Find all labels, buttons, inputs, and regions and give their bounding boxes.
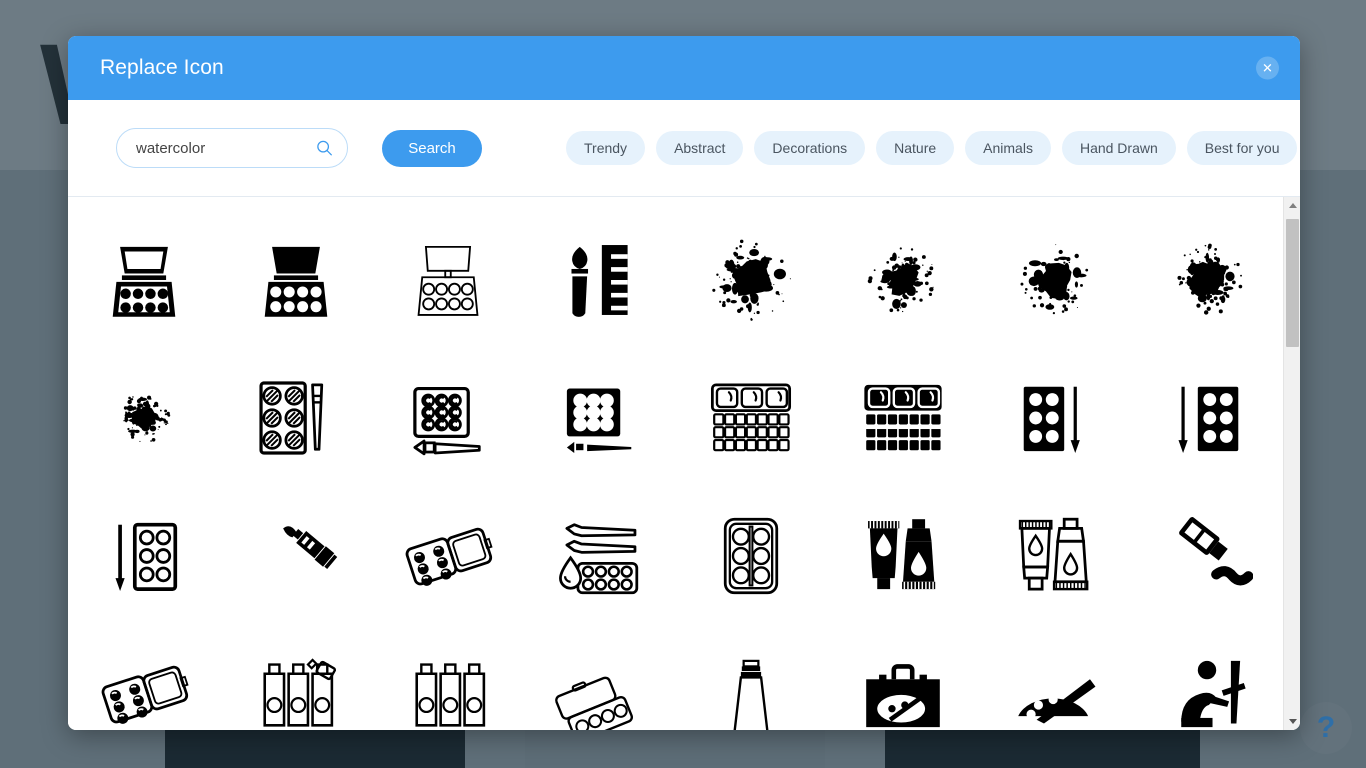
category-chip[interactable]: Animals: [965, 131, 1051, 165]
category-chip[interactable]: Trendy: [566, 131, 646, 165]
paint-palette-six-wells-outline-icon: [705, 510, 797, 602]
icon-result-item[interactable]: [68, 211, 220, 349]
icon-result-item[interactable]: [827, 211, 979, 349]
ink-splatter-4-icon: [1161, 234, 1253, 326]
palette-open-solid-icon: [250, 234, 342, 326]
icon-result-item[interactable]: [68, 487, 220, 625]
icon-result-item[interactable]: [524, 211, 676, 349]
search-button[interactable]: Search: [382, 129, 482, 167]
dialog-header: Replace Icon ✕: [68, 36, 1300, 100]
palette-open-line-icon: [402, 234, 494, 326]
category-chip[interactable]: Best for you: [1186, 131, 1298, 165]
paint-tray-nine-wells-brush-solid-icon: [554, 372, 646, 464]
icon-result-item[interactable]: [220, 349, 372, 487]
icon-result-item[interactable]: [372, 625, 524, 730]
category-chip[interactable]: Hand Drawn: [1061, 131, 1176, 165]
category-chip[interactable]: Decorations: [754, 131, 866, 165]
ink-splatter-2-icon: [857, 234, 949, 326]
category-chip[interactable]: Abstract: [656, 131, 744, 165]
search-input[interactable]: [116, 128, 348, 168]
painter-at-easel-icon: [1161, 648, 1253, 730]
icon-result-item[interactable]: [372, 487, 524, 625]
close-icon[interactable]: ✕: [1256, 56, 1279, 80]
icon-result-item[interactable]: [676, 625, 828, 730]
icon-result-item[interactable]: [827, 625, 979, 730]
icon-result-item[interactable]: [220, 625, 372, 730]
icon-result-item[interactable]: [979, 349, 1131, 487]
search-field-wrapper: [116, 128, 348, 168]
brushes-palette-waterdrop-icon: [554, 510, 646, 602]
icon-result-item[interactable]: [676, 349, 828, 487]
icon-results-area: [68, 197, 1300, 730]
dialog-title: Replace Icon: [100, 56, 224, 79]
art-case-with-palette-icon: [857, 648, 949, 730]
category-chip[interactable]: Nature: [876, 131, 955, 165]
icon-result-item[interactable]: [524, 625, 676, 730]
replace-icon-dialog: Replace Icon ✕ Search Trendy Abstract Deco…: [68, 36, 1300, 730]
icon-result-item[interactable]: [979, 487, 1131, 625]
icon-result-item[interactable]: [220, 487, 372, 625]
paint-pan-six-wells-brush-outline-icon: [98, 510, 190, 602]
icon-result-item[interactable]: [827, 349, 979, 487]
background-card: [525, 726, 825, 768]
icon-result-item[interactable]: [827, 487, 979, 625]
category-chip-list: Trendy Abstract Decorations Nature Animals Ha…: [566, 131, 1298, 165]
icon-result-item[interactable]: [68, 625, 220, 730]
icon-result-item[interactable]: [372, 349, 524, 487]
scroll-down-icon[interactable]: [1284, 713, 1300, 730]
icon-result-item[interactable]: [372, 211, 524, 349]
icon-result-item[interactable]: [979, 625, 1131, 730]
paint-tubes-pair-outline-icon: [1009, 510, 1101, 602]
paint-tube-squeezing-icon: [250, 510, 342, 602]
help-button[interactable]: ?: [1300, 702, 1352, 754]
icon-result-item[interactable]: [524, 487, 676, 625]
icon-result-item[interactable]: [979, 211, 1131, 349]
palette-open-outline-filled-icon: [98, 234, 190, 326]
ink-splatter-1-icon: [705, 234, 797, 326]
paint-tube-upright-icon: [705, 648, 797, 730]
icon-result-item[interactable]: [1131, 349, 1283, 487]
ink-splatter-5-icon: [98, 372, 190, 464]
paint-tubes-three-with-swatch-icon: [250, 648, 342, 730]
results-scrollbar[interactable]: [1283, 197, 1300, 730]
paint-pan-six-wells-brush-icon: [250, 372, 342, 464]
icon-result-item[interactable]: [676, 487, 828, 625]
icon-result-item[interactable]: [1131, 211, 1283, 349]
brush-and-ruler-icon: [554, 234, 646, 326]
icon-result-item[interactable]: [676, 211, 828, 349]
icon-result-item[interactable]: [68, 349, 220, 487]
paint-pan-six-dots-brush-right-icon: [1161, 372, 1253, 464]
paint-pan-six-dots-brush-left-icon: [1009, 372, 1101, 464]
icon-result-item[interactable]: [1131, 625, 1283, 730]
palette-with-brush-solid-icon: [1009, 648, 1101, 730]
palette-case-tilted-icon: [402, 510, 494, 602]
search-toolbar: Search Trendy Abstract Decorations Nature An…: [68, 100, 1300, 197]
watercolor-box-pans-solid-icon: [857, 372, 949, 464]
paint-tubes-three-icon: [402, 648, 494, 730]
paint-set-case-tilted-icon: [554, 648, 646, 730]
icon-grid: [68, 197, 1283, 730]
paint-tube-stroke-icon: [1161, 510, 1254, 602]
scroll-up-icon[interactable]: [1284, 197, 1300, 214]
paint-tubes-pair-solid-icon: [857, 510, 949, 602]
icon-result-item[interactable]: [220, 211, 372, 349]
icon-result-item[interactable]: [1131, 487, 1283, 625]
palette-case-open-tilted-icon: [98, 648, 190, 730]
watercolor-box-pans-outline-icon: [705, 372, 797, 464]
scrollbar-thumb[interactable]: [1286, 219, 1299, 347]
background-card: [165, 726, 465, 768]
ink-splatter-3-icon: [1009, 234, 1101, 326]
paint-tray-nine-wells-brush-outline-icon: [402, 372, 494, 464]
background-card: [885, 726, 1200, 768]
icon-result-item[interactable]: [524, 349, 676, 487]
